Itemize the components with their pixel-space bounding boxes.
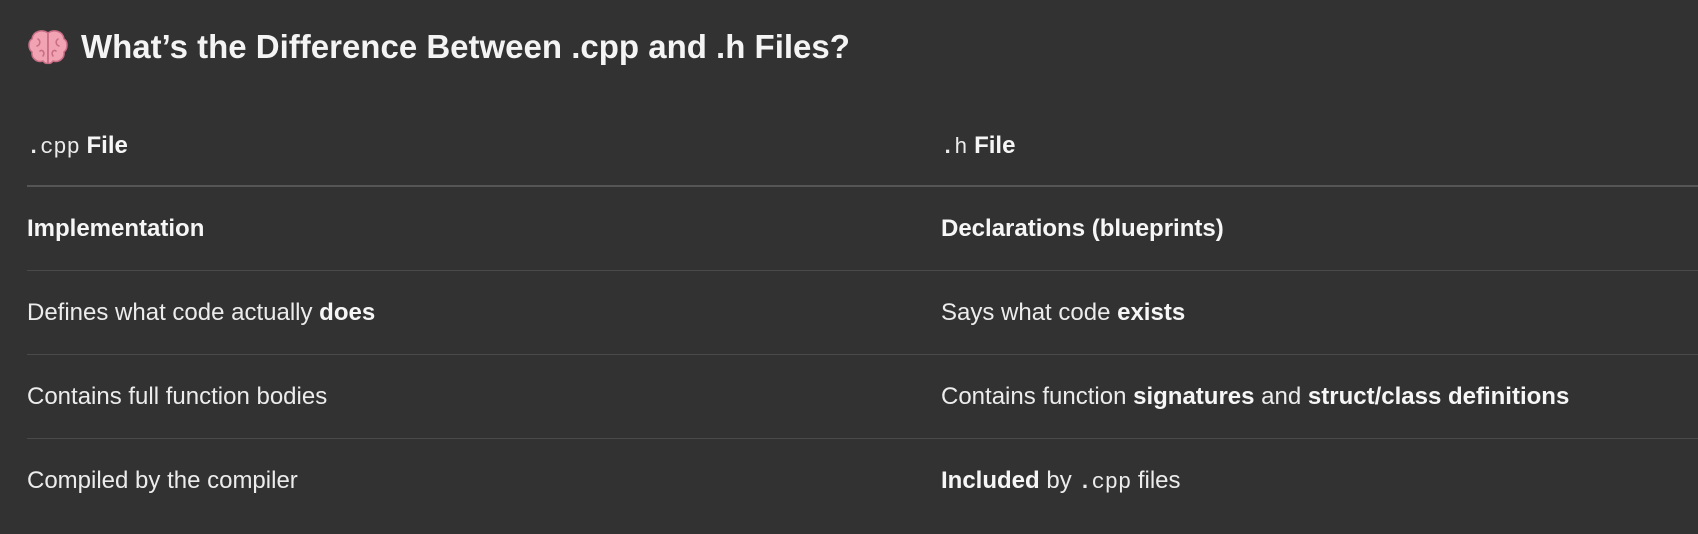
header-cpp-code: cpp	[40, 135, 80, 160]
header-h-dot: .	[941, 135, 955, 160]
page-title: What’s the Difference Between .cpp and .…	[81, 28, 850, 65]
cell-bold: struct/class definitions	[1307, 382, 1570, 410]
cell-bold: signatures	[1133, 382, 1255, 410]
cell-text: Contains full function bodies	[27, 382, 328, 410]
cell-h: Included by .cpp files	[941, 467, 1698, 495]
header-h: .h File	[941, 132, 1698, 160]
inline-code: cpp	[1091, 470, 1132, 495]
cell-text: and	[1254, 382, 1308, 410]
cell-cpp: Contains full function bodies	[27, 383, 941, 411]
header-h-label: File	[974, 132, 1016, 159]
cell-text: Contains function	[941, 382, 1134, 410]
table-row: Defines what code actually does Says wha…	[27, 271, 1698, 355]
cell-text: by	[1039, 467, 1079, 494]
cell-h: Contains function signatures and struct/…	[941, 383, 1698, 411]
comparison-table: .cpp File .h File Implementation Declara…	[27, 107, 1698, 523]
header-cpp-label: File	[86, 132, 128, 159]
cell-cpp: Defines what code actually does	[27, 299, 941, 327]
table-row: Implementation Declarations (blueprints)	[27, 187, 1698, 271]
table-row: Contains full function bodies Contains f…	[27, 355, 1698, 439]
header-cpp-dot: .	[27, 135, 41, 160]
cell-bold: exists	[1117, 298, 1186, 326]
cell-bold: Implementation	[27, 214, 205, 242]
cell-text: Says what code	[941, 298, 1118, 326]
page-heading: What’s the Difference Between .cpp and .…	[27, 22, 850, 72]
header-cpp: .cpp File	[27, 132, 941, 160]
cell-bold: Declarations (blueprints)	[941, 214, 1224, 242]
inline-code-dot: .	[1078, 470, 1092, 495]
table-header-row: .cpp File .h File	[27, 107, 1698, 187]
cell-bold: does	[319, 298, 376, 326]
cell-cpp: Implementation	[27, 215, 941, 243]
cell-h: Says what code exists	[941, 299, 1698, 327]
cell-text: files	[1131, 467, 1181, 494]
cell-h: Declarations (blueprints)	[941, 215, 1698, 243]
cell-text: Compiled by the compiler	[27, 467, 298, 494]
cell-bold: Included	[941, 467, 1040, 494]
brain-icon	[27, 26, 69, 68]
header-h-code: h	[954, 135, 968, 160]
table-row: Compiled by the compiler Included by .cp…	[27, 439, 1698, 523]
cell-cpp: Compiled by the compiler	[27, 467, 941, 495]
cell-text: Defines what code actually	[27, 298, 320, 326]
